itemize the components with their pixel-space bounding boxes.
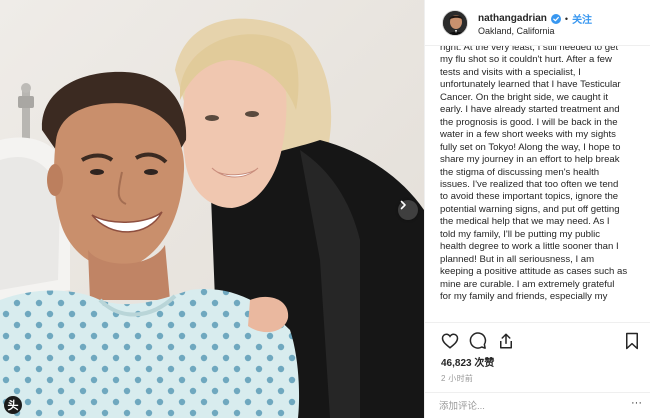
caption-line: water in a few short weeks with my sight… [440,129,616,141]
likes-count[interactable]: 46,823 次赞 [441,354,494,369]
location-link[interactable]: Oakland, California [478,26,555,36]
username-link[interactable]: nathangadrian [478,13,547,24]
caption-line: share my journey in an effort to help br… [440,154,620,166]
comment-bar: ··· [425,392,650,418]
chevron-right-icon [400,200,406,210]
watermark-badge: 头 [4,396,22,414]
share-icon[interactable] [497,332,515,350]
caption-line: my flu shot so it couldn't hurt. After a… [440,54,612,66]
caption-line: fully set on Tokyo! Along the way, I hop… [440,141,621,153]
heart-icon[interactable] [441,332,459,350]
avatar[interactable] [442,10,468,36]
username-row: nathangadrian • 关注 [478,11,592,26]
comment-input[interactable] [439,398,609,414]
caption-line: health degree to work a little sooner th… [440,241,619,253]
bookmark-icon[interactable] [623,332,641,350]
post-header: nathangadrian • 关注 Oakland, California [425,0,650,46]
post-photo[interactable]: 头 [0,0,424,418]
caption-line: early. I have already started treatment … [440,104,620,116]
action-bar [425,322,650,356]
caption-line: Cancer. On the bright side, we caught it [440,91,608,103]
post-side-panel: nathangadrian • 关注 Oakland, California r… [424,0,650,418]
caption-line: to avoid these important topics, ignore … [440,191,619,203]
separator-dot: • [564,13,569,24]
caption-line: the medical help that we may need. As I [440,216,610,228]
caption-line: for my family and friends, especially my [440,291,608,303]
caption-line: planned! But in all seriousness, I am [440,253,595,265]
caption-scroll-area[interactable]: right. At the very least, I still needed… [440,46,646,322]
comment-bubble-icon[interactable] [469,332,487,350]
post-photo-illustration [0,0,424,418]
more-options-button[interactable]: ··· [631,397,642,409]
post-caption: right. At the very least, I still needed… [440,46,646,304]
follow-button[interactable]: 关注 [572,11,592,26]
caption-line: potential warning signs, and put off get… [440,203,620,215]
caption-line: issues. I've realized that too often we … [440,178,619,190]
caption-line: keeping a positive attitude as cases suc… [440,266,628,278]
caption-line: the prognosis is good. I will be back in… [440,116,618,128]
caption-line: mine are curable. I am extremely gratefu… [440,278,615,290]
watermark-badge-text: 头 [7,400,19,412]
next-photo-button[interactable] [398,200,418,220]
caption-line: right. At the very least, I still needed… [440,46,619,53]
caption-line: told my family, I'll be putting my publi… [440,228,601,240]
avatar-image [443,11,467,35]
caption-line: the stigma of discussing men's health [440,166,600,178]
caption-line: tests and visits with a specialist, I [440,66,581,78]
post-timestamp[interactable]: 2 小时前 [441,373,473,384]
caption-line: unfortunately learned that I have Testic… [440,79,621,91]
verified-badge-icon [550,13,561,24]
